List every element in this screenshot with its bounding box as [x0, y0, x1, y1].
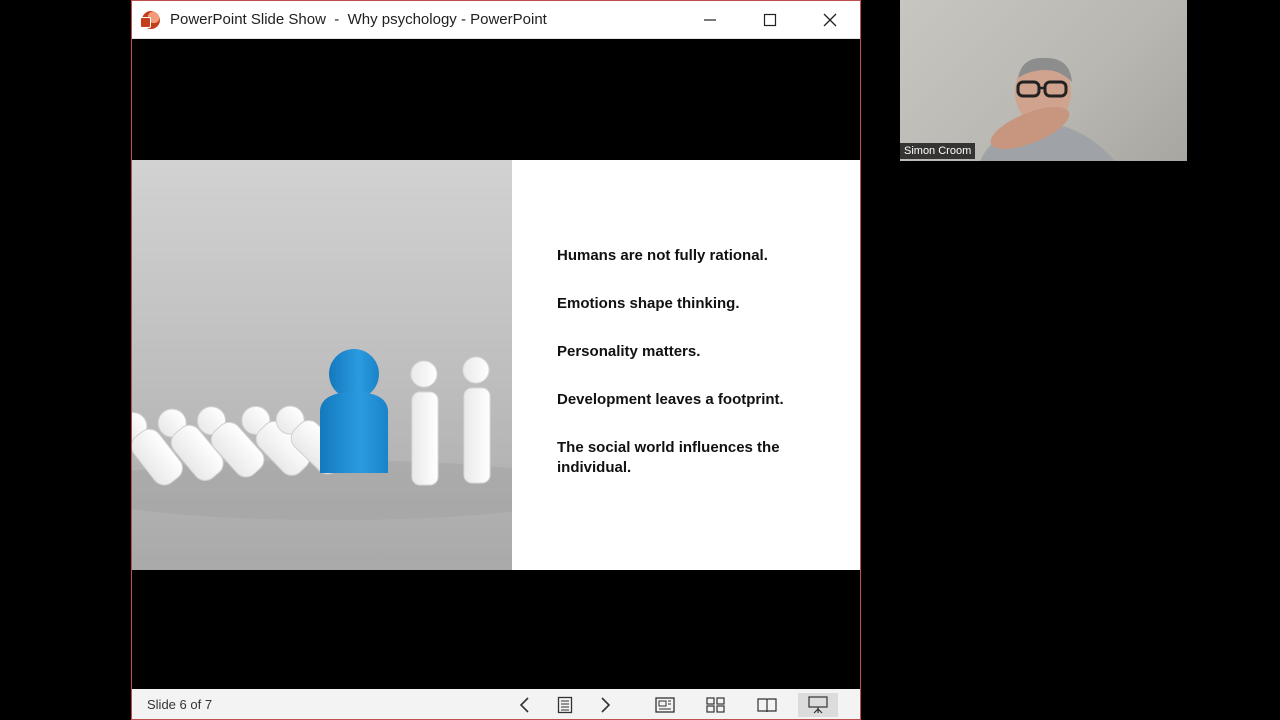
powerpoint-window: PowerPoint Slide Show - Why psychology -… — [131, 0, 861, 720]
blue-figure — [320, 349, 388, 473]
close-icon — [823, 13, 837, 27]
slide-canvas[interactable]: Humans are not fully rational. Emotions … — [132, 160, 860, 570]
maximize-button[interactable] — [740, 1, 800, 39]
minimize-icon — [704, 19, 716, 21]
previous-icon — [519, 697, 529, 713]
window-controls — [680, 1, 860, 39]
close-button[interactable] — [800, 1, 860, 39]
slideshow-icon — [808, 696, 828, 714]
minimize-button[interactable] — [680, 1, 740, 39]
powerpoint-icon — [140, 10, 160, 29]
next-slide-button[interactable] — [585, 693, 625, 717]
slide-sorter-icon — [706, 697, 725, 713]
slide-counter[interactable]: Slide 6 of 7 — [147, 697, 212, 712]
next-icon — [601, 697, 611, 713]
slideshow-status-bar: Slide 6 of 7 — [132, 689, 860, 719]
slideshow-button[interactable] — [798, 693, 838, 717]
previous-slide-button[interactable] — [505, 693, 545, 717]
bullet-item: Development leaves a footprint. — [557, 391, 784, 408]
window-title: PowerPoint Slide Show - Why psychology -… — [170, 11, 547, 28]
reading-view-button[interactable] — [747, 693, 787, 717]
normal-view-icon — [655, 697, 675, 713]
bullet-item: Humans are not fully rational. — [557, 247, 768, 264]
bullet-item: Emotions shape thinking. — [557, 295, 740, 312]
bullet-item: Personality matters. — [557, 343, 701, 360]
slide-list-icon — [557, 696, 573, 714]
participant-silhouette — [980, 57, 1115, 161]
reading-view-icon — [757, 698, 777, 713]
participant-name: Simon Croom — [900, 143, 976, 159]
bullet-list: Humans are not fully rational. Emotions … — [557, 246, 827, 506]
participant-video[interactable]: Simon Croom — [900, 0, 1187, 161]
maximize-icon — [763, 13, 777, 27]
title-bar[interactable]: PowerPoint Slide Show - Why psychology -… — [132, 1, 860, 39]
dominoes-photo — [132, 160, 512, 570]
slide-sorter-button[interactable] — [696, 693, 736, 717]
falling-figures-illustration — [132, 349, 512, 520]
bullet-item: The social world influences the individu… — [557, 439, 780, 476]
normal-view-button[interactable] — [645, 693, 685, 717]
slide-list-button[interactable] — [545, 693, 585, 717]
